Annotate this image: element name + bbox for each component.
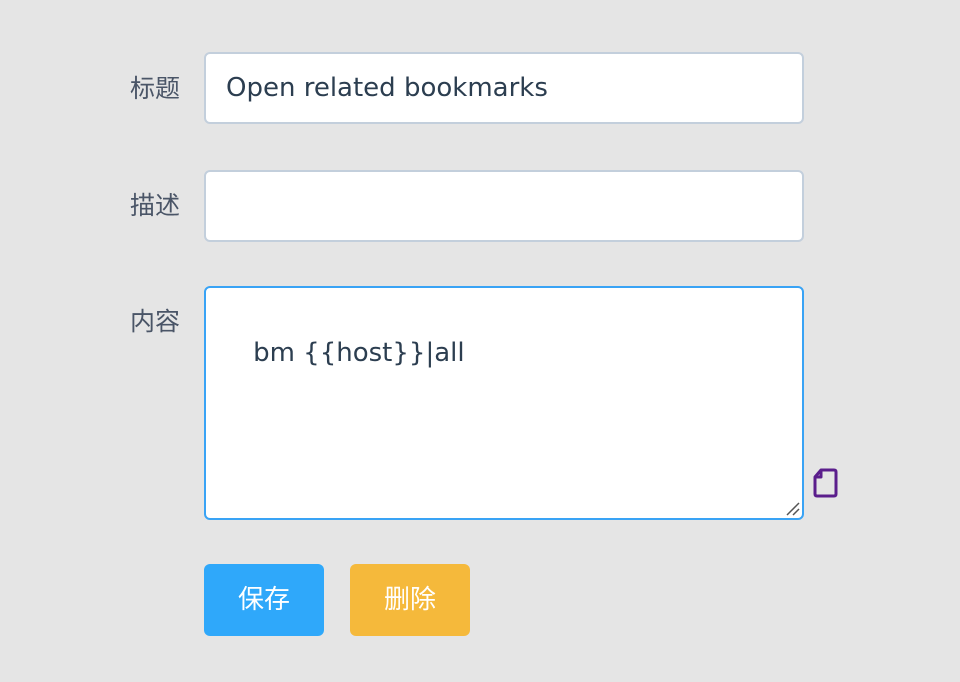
content-text: bm {{host}}|all — [253, 338, 465, 368]
delete-button[interactable]: 删除 — [350, 564, 470, 636]
page-icon[interactable] — [812, 467, 838, 499]
title-label: 标题 — [129, 74, 180, 103]
content-label: 内容 — [129, 307, 180, 336]
description-input[interactable] — [204, 170, 804, 242]
content-textarea[interactable]: bm {{host}}|all — [204, 286, 804, 520]
snippet-edit-form: 标题 Open related bookmarks 描述 内容 bm {{hos… — [0, 0, 960, 682]
resize-grip-icon[interactable] — [784, 500, 800, 516]
description-label: 描述 — [129, 191, 180, 220]
title-input[interactable]: Open related bookmarks — [204, 52, 804, 124]
save-button[interactable]: 保存 — [204, 564, 324, 636]
